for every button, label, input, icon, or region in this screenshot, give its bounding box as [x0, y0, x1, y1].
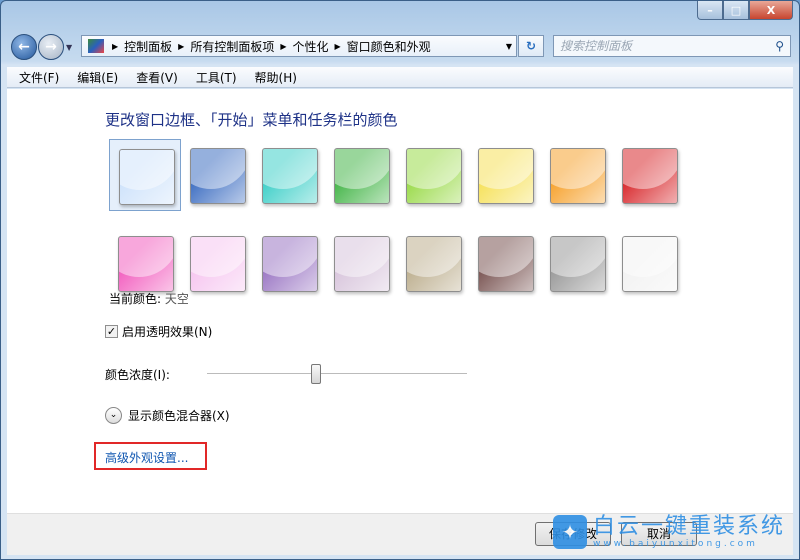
swatch-tile — [334, 236, 390, 292]
back-button[interactable]: ← — [11, 34, 37, 60]
color-swatch-leaf[interactable] — [325, 139, 397, 211]
breadcrumb-separator-icon[interactable]: ▶ — [335, 42, 341, 51]
current-color: 当前颜色: 天空 — [109, 290, 189, 307]
color-swatch-pink[interactable] — [181, 227, 253, 299]
swatch-tile — [406, 148, 462, 204]
mixer-label: 显示颜色混合器(X) — [128, 409, 230, 423]
breadcrumb-item[interactable]: 控制面板 — [124, 38, 172, 55]
swatch-tile — [190, 148, 246, 204]
color-swatch-violet[interactable] — [253, 227, 325, 299]
refresh-button[interactable]: ↻ — [518, 35, 544, 57]
minimize-button[interactable]: – — [697, 1, 723, 20]
slider-thumb[interactable] — [311, 364, 322, 384]
swatch-tile — [118, 236, 174, 292]
color-swatch-sky[interactable] — [109, 139, 181, 211]
search-placeholder: 搜索控制面板 — [560, 39, 633, 53]
menu-bar: 文件(F) 编辑(E) 查看(V) 工具(T) 帮助(H) — [7, 67, 793, 88]
close-button[interactable]: X — [749, 1, 793, 20]
color-swatch-slate[interactable] — [541, 227, 613, 299]
advanced-settings-highlight: 高级外观设置... — [94, 442, 207, 470]
breadcrumb-item[interactable]: 窗口颜色和外观 — [347, 38, 431, 55]
search-input[interactable]: 搜索控制面板 ⚲ — [553, 35, 791, 57]
menu-edit[interactable]: 编辑(E) — [65, 69, 124, 86]
color-swatch-twilight[interactable] — [181, 139, 253, 211]
checkbox-check-icon[interactable]: ✓ — [105, 325, 118, 338]
color-swatch-red[interactable] — [613, 139, 685, 211]
nav-buttons: ← → ▼ — [11, 34, 72, 60]
swatch-tile — [262, 148, 318, 204]
swatch-tile — [478, 148, 534, 204]
forward-button[interactable]: → — [38, 34, 64, 60]
transparency-checkbox[interactable]: ✓ 启用透明效果(N) — [105, 323, 212, 340]
swatch-tile — [550, 236, 606, 292]
watermark: ✦ 白云一键重装系统 www.baiyunxitong.com — [553, 515, 785, 549]
swatch-tile — [406, 236, 462, 292]
color-swatch-fuchsia[interactable] — [109, 227, 181, 299]
transparency-label: 启用透明效果(N) — [122, 325, 213, 339]
color-swatch-orange[interactable] — [541, 139, 613, 211]
swatch-tile — [119, 149, 175, 205]
swatch-tile — [478, 236, 534, 292]
breadcrumb-separator-icon[interactable]: ▶ — [280, 42, 286, 51]
swatch-tile — [334, 148, 390, 204]
intensity-slider[interactable] — [207, 364, 467, 384]
recent-pages-dropdown[interactable]: ▼ — [66, 43, 72, 52]
menu-file[interactable]: 文件(F) — [7, 69, 65, 86]
swatch-tile — [622, 236, 678, 292]
breadcrumb-item[interactable]: 个性化 — [293, 38, 329, 55]
menu-help[interactable]: 帮助(H) — [243, 69, 303, 86]
watermark-url: www.baiyunxitong.com — [593, 539, 758, 549]
search-icon[interactable]: ⚲ — [775, 36, 784, 56]
control-panel-icon — [88, 39, 104, 53]
page-title: 更改窗口边框、「开始」菜单和任务栏的颜色 — [105, 111, 398, 129]
color-swatch-taupe[interactable] — [397, 227, 469, 299]
address-bar[interactable]: ▶ 控制面板 ▶ 所有控制面板项 ▶ 个性化 ▶ 窗口颜色和外观 ▼ — [81, 35, 517, 57]
watermark-text: 白云一键重装系统 — [593, 514, 786, 539]
advanced-appearance-link[interactable]: 高级外观设置... — [105, 451, 188, 465]
color-swatch-chocolate[interactable] — [469, 227, 541, 299]
intensity-label: 颜色浓度(I): — [105, 368, 170, 382]
breadcrumb-item[interactable]: 所有控制面板项 — [190, 38, 274, 55]
swatch-tile — [190, 236, 246, 292]
color-swatch-grid — [109, 139, 685, 299]
breadcrumb-separator-icon[interactable]: ▶ — [178, 42, 184, 51]
swatch-tile — [622, 148, 678, 204]
swatch-tile — [262, 236, 318, 292]
window: – □ X ← → ▼ ▶ 控制面板 ▶ 所有控制面板项 ▶ 个性化 ▶ 窗口颜色和外观 ▼ ↻… — [0, 0, 800, 560]
color-swatch-sea[interactable] — [253, 139, 325, 211]
current-color-label: 当前颜色: — [109, 292, 162, 306]
bird-logo-icon: ✦ — [553, 515, 587, 549]
content-area: 更改窗口边框、「开始」菜单和任务栏的颜色 当前颜色: 天空 ✓ 启用透明效果(N)… — [7, 89, 793, 513]
caption-buttons: – □ X — [697, 1, 793, 20]
color-swatch-lime[interactable] — [397, 139, 469, 211]
current-color-value: 天空 — [164, 292, 189, 306]
swatch-tile — [550, 148, 606, 204]
chevron-down-icon[interactable]: ⌄ — [105, 407, 122, 424]
color-swatch-frost[interactable] — [613, 227, 685, 299]
maximize-button[interactable]: □ — [723, 1, 749, 20]
address-dropdown[interactable]: ▼ — [506, 42, 512, 51]
color-mixer-toggle[interactable]: ⌄ 显示颜色混合器(X) — [105, 407, 230, 424]
breadcrumb-separator-icon[interactable]: ▶ — [112, 42, 118, 51]
menu-tools[interactable]: 工具(T) — [184, 69, 243, 86]
color-swatch-yellow[interactable] — [469, 139, 541, 211]
menu-view[interactable]: 查看(V) — [124, 69, 184, 86]
color-swatch-lavender[interactable] — [325, 227, 397, 299]
